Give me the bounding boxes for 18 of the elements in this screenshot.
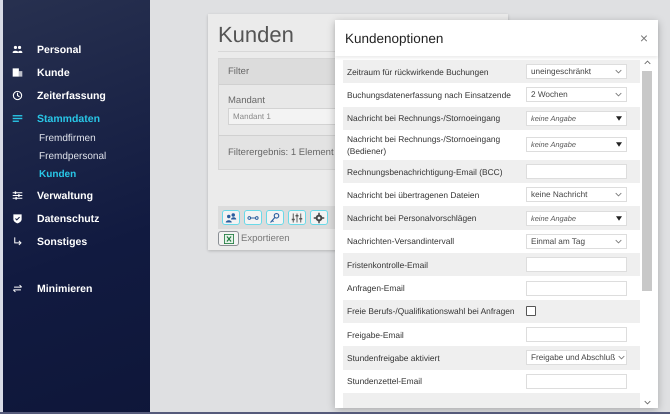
option-label: Buchungsdatenerfassung nach Einsatzende: [347, 88, 512, 102]
option-label: Stundenfreigabe aktiviert: [347, 352, 441, 365]
option-label: Rechnungsbenachrichtigung-Email (BCC): [347, 166, 504, 179]
option-label: Anfragen-Email: [347, 282, 406, 296]
option-label: Zeitraum für rückwirkende Buchungen: [347, 66, 490, 79]
option-label: Nachrichten-Versandintervall: [347, 235, 456, 248]
option-label: Freie Berufs-/Qualifikationswahl bei Anfragen: [347, 305, 516, 318]
option-label: Stundenzettel-Email: [347, 375, 423, 388]
field-label: Mandant: [228, 95, 265, 106]
filter-result: Filterergebnis: 1 Element: [228, 147, 334, 158]
dialog-title: Kundenoptionen: [345, 30, 444, 46]
option-label: Freigabe-Email: [347, 328, 405, 342]
option-label: Fristenkontrolle-Email: [347, 258, 429, 272]
option-label: Nachricht bei Rechnungs-/Stornoeingang: [347, 112, 502, 126]
option-label: Nachricht bei Personalvorschlägen: [347, 212, 478, 226]
option-label: Nachricht bei übertragenen Dateien: [347, 188, 480, 202]
export-label: Exportieren: [241, 233, 290, 244]
option-label: Nachricht bei Rechnungs-/Stornoeingang (Bediener): [347, 132, 502, 158]
